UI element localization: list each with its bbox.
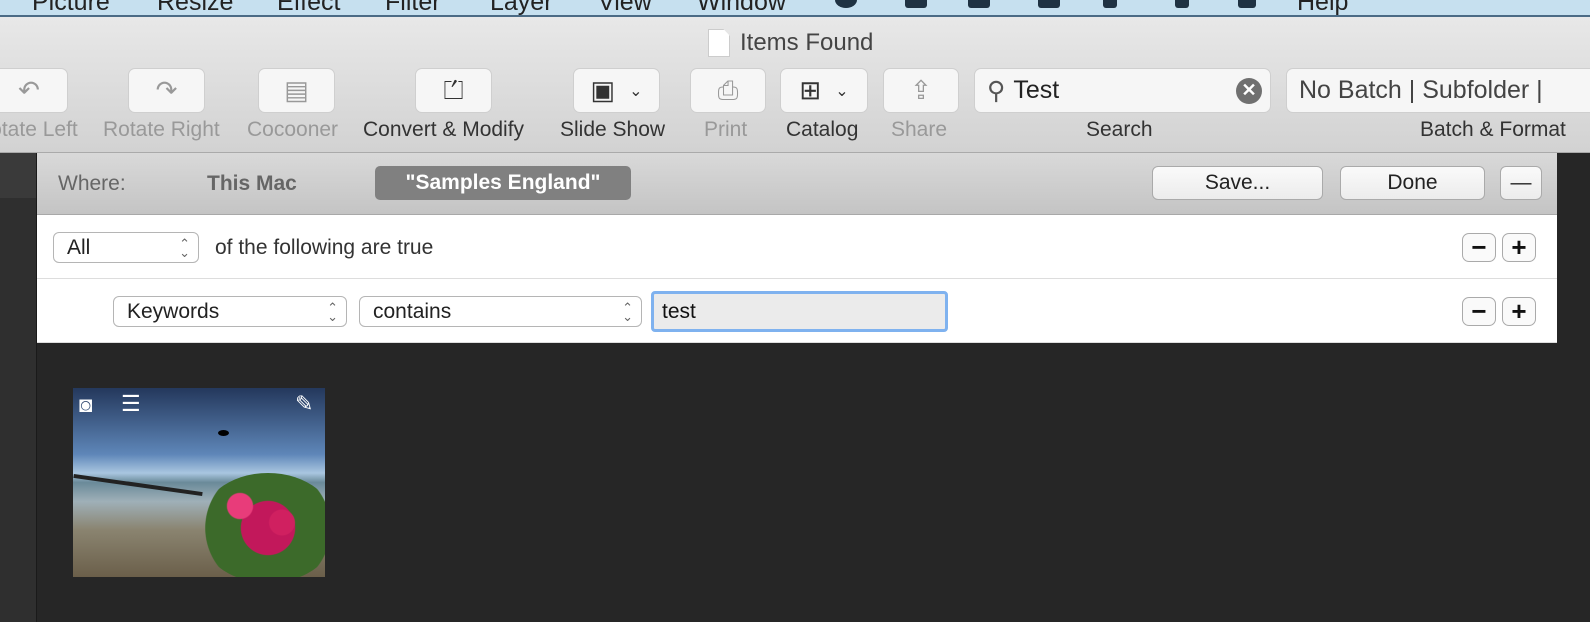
menu-bar: Picture Resize Effect Filter Layer View … <box>0 0 1590 17</box>
attribute-value: Keywords <box>127 299 220 323</box>
printer-icon: ⎙ <box>717 74 739 105</box>
add-criterion-button[interactable]: + <box>1502 232 1536 262</box>
remove-criterion-button[interactable]: − <box>1462 296 1496 326</box>
search-field[interactable]: ⚲ Test ✕ <box>974 68 1271 113</box>
print-label: Print <box>704 118 748 141</box>
menu-effect[interactable]: Effect <box>277 0 340 15</box>
convert-modify-label: Convert & Modify <box>363 118 525 141</box>
print-button[interactable]: ⎙ <box>690 68 766 113</box>
sidebar <box>0 153 37 622</box>
menu-filter[interactable]: Filter <box>385 0 441 15</box>
rotate-left-label: Rotate Left <box>0 118 78 141</box>
updown-icon: ⌃ ⌄ <box>622 299 633 324</box>
search-scope-bar: Where: This Mac "Samples England" Save..… <box>37 153 1557 215</box>
attribute-select[interactable]: Keywords ⌃ ⌄ <box>113 296 347 327</box>
stamp-icon[interactable] <box>905 0 927 8</box>
rotate-right-icon: ↷ <box>155 75 178 105</box>
following-label: of the following are true <box>215 236 434 259</box>
search-icon: ⚲ <box>987 76 1006 105</box>
share-button[interactable]: ⇪ <box>883 68 959 113</box>
search-label: Search <box>1086 118 1153 141</box>
criteria-row-match: All ⌃ ⌄ of the following are true − + <box>37 215 1557 279</box>
remove-criterion-button[interactable]: − <box>1462 232 1496 262</box>
menu-layer[interactable]: Layer <box>490 0 553 15</box>
batch-format-field[interactable]: No Batch | Subfolder | <box>1286 68 1590 113</box>
catalog-button[interactable]: ⊞ ⌄ <box>780 68 868 113</box>
menu-view[interactable]: View <box>598 0 652 15</box>
updown-icon: ⌃ ⌄ <box>179 235 190 260</box>
grinder-icon: ⏍ <box>443 74 464 105</box>
menu-help[interactable]: Help <box>1297 0 1348 15</box>
match-select[interactable]: All ⌃ ⌄ <box>53 232 199 263</box>
document-icon <box>708 29 730 57</box>
criteria-row-keywords: Keywords ⌃ ⌄ contains ⌃ ⌄ test − + <box>37 279 1557 343</box>
flowers <box>198 473 325 577</box>
slideshow-button[interactable]: ▣ ⌄ <box>573 68 660 113</box>
grid-icon: ⊞ <box>799 75 822 105</box>
target-icon[interactable] <box>835 0 857 8</box>
menu-window[interactable]: Window <box>697 0 786 15</box>
chevron-down-icon: ⌄ <box>835 82 849 100</box>
cocooner-icon: ▤ <box>284 75 309 105</box>
match-value: All <box>67 235 91 259</box>
search-value: Test <box>1013 76 1060 104</box>
slideshow-label: Slide Show <box>560 118 666 141</box>
camera-icon: ◙ <box>79 392 93 417</box>
batch-format-label: Batch & Format <box>1420 118 1566 141</box>
menu-resize[interactable]: Resize <box>157 0 233 15</box>
cocooner-button[interactable]: ▤ <box>258 68 335 113</box>
pin-icon[interactable]: ✎ <box>295 391 313 417</box>
share-icon: ⇪ <box>910 75 932 105</box>
operator-select[interactable]: contains ⌃ ⌄ <box>359 296 642 327</box>
title-text: Items Found <box>740 29 874 56</box>
operator-value: contains <box>373 299 452 323</box>
done-button[interactable]: Done <box>1340 166 1485 200</box>
scope-this-mac[interactable]: This Mac <box>207 172 297 196</box>
camera-icon[interactable] <box>968 0 990 8</box>
window-title: Items Found <box>708 29 873 57</box>
rotate-right-button[interactable]: ↷ <box>128 68 205 113</box>
result-thumbnail[interactable]: ◙ ☰ ✎ <box>73 388 325 577</box>
scope-samples-england[interactable]: "Samples England" <box>375 166 631 200</box>
rotate-left-icon: ↶ <box>18 75 40 105</box>
document-icon[interactable] <box>1038 0 1060 8</box>
toolbar: Items Found ↶ Rotate Left ↷ Rotate Right… <box>0 17 1590 153</box>
text-lines-icon: ☰ <box>121 391 141 416</box>
share-label: Share <box>891 118 948 141</box>
catalog-label: Catalog <box>786 118 859 141</box>
keyword-value-input[interactable]: test <box>651 291 948 332</box>
brush-icon[interactable] <box>1103 0 1117 8</box>
convert-modify-button[interactable]: ⏍ <box>415 68 492 113</box>
pen-icon[interactable] <box>1175 0 1189 8</box>
slideshow-icon: ▣ <box>590 75 616 105</box>
updown-icon: ⌃ ⌄ <box>327 299 338 324</box>
clear-search-icon[interactable]: ✕ <box>1236 77 1262 104</box>
save-button[interactable]: Save... <box>1152 166 1323 200</box>
where-label: Where: <box>58 172 126 195</box>
gear-icon[interactable] <box>1238 0 1256 8</box>
rotate-left-button[interactable]: ↶ <box>0 68 68 113</box>
menu-picture[interactable]: Picture <box>32 0 110 15</box>
chevron-down-icon: ⌄ <box>629 82 643 100</box>
cocooner-label: Cocooner <box>247 118 339 141</box>
railing <box>73 473 203 497</box>
add-criterion-button[interactable]: + <box>1502 296 1536 326</box>
rotate-right-label: Rotate Right <box>103 118 220 141</box>
remove-search-button[interactable]: — <box>1500 166 1542 200</box>
